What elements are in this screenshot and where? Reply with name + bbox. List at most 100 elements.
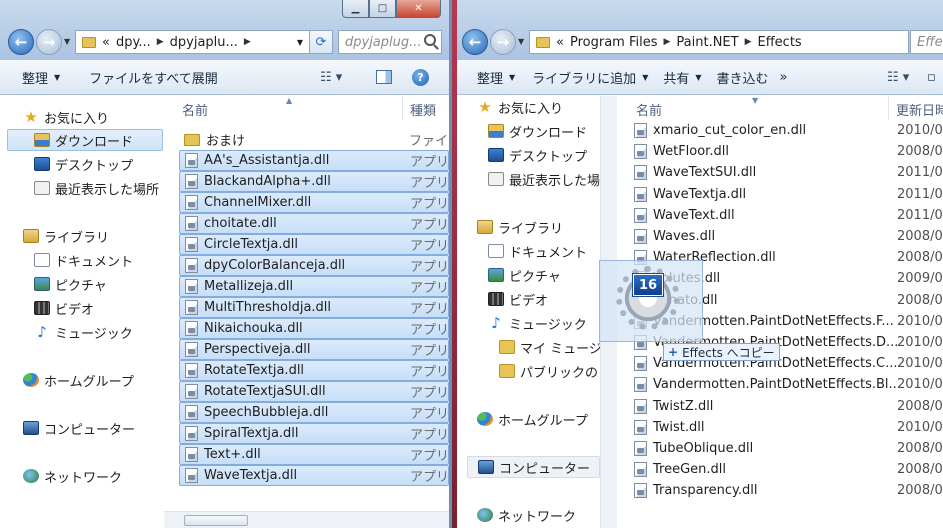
nav-public-music[interactable]: パブリックのミ — [499, 360, 600, 382]
nav-music[interactable]: ♪ ミュージック — [488, 312, 587, 334]
nav-videos[interactable]: ビデオ — [488, 288, 548, 310]
file-row[interactable]: Transparency.dll 2008/08 — [634, 480, 943, 501]
recent-pages-dropdown-icon[interactable]: ▼ — [518, 37, 524, 46]
column-type[interactable]: 種類 — [410, 100, 436, 119]
address-segment[interactable]: Paint.NET — [676, 35, 738, 50]
file-row[interactable]: WaveTextja.dll 2011/05 — [634, 184, 943, 205]
file-row[interactable]: RotateTextjaSUI.dll アプリ — [179, 381, 449, 402]
scrollbar-thumb[interactable] — [184, 515, 248, 526]
file-row[interactable]: WaveTextSUI.dll 2011/05 — [634, 162, 943, 183]
file-row[interactable]: Vandermotten.PaintDotNetEffects.Bl... 201… — [634, 374, 943, 395]
file-row[interactable]: ChannelMixer.dll アプリ — [179, 192, 449, 213]
organize-button[interactable]: 整理 ▼ — [457, 68, 526, 87]
address-segment[interactable]: dpyjaplu... — [170, 35, 238, 50]
organize-button[interactable]: 整理 ▼ — [0, 68, 71, 87]
address-overflow[interactable]: « — [102, 35, 110, 50]
address-overflow[interactable]: « — [556, 35, 564, 50]
address-segment[interactable]: dpy... — [116, 35, 151, 50]
view-options-icon[interactable]: ☷ ▾ — [887, 70, 909, 85]
nav-music[interactable]: ♪ ミュージック — [34, 321, 133, 343]
address-segment[interactable]: Effects — [758, 35, 802, 50]
address-bar[interactable]: « Program Files ▶ Paint.NET ▶ Effects — [529, 30, 909, 54]
file-row[interactable]: choitate.dll アプリ — [179, 213, 449, 234]
file-row[interactable]: Nikaichouka.dll アプリ — [179, 318, 449, 339]
file-row[interactable]: AA's_Assistantja.dll アプリ — [179, 150, 449, 171]
file-row[interactable]: TubeOblique.dll 2008/05 — [634, 438, 943, 459]
nav-desktop[interactable]: デスクトップ — [488, 144, 587, 166]
file-row[interactable]: Waves.dll 2008/04 — [634, 226, 943, 247]
chevron-down-icon[interactable]: ▼ — [297, 38, 303, 47]
file-row[interactable]: BlackandAlpha+.dll アプリ — [179, 171, 449, 192]
nav-recent[interactable]: 最近表示した場所 — [488, 168, 600, 190]
forward-button[interactable]: → — [36, 29, 62, 55]
view-options-icon[interactable]: ☷ ▾ — [320, 70, 342, 85]
extract-all-button[interactable]: ファイルをすべて展開 — [71, 68, 229, 87]
help-icon[interactable]: ? — [412, 69, 429, 86]
file-row[interactable]: dpyColorBalanceja.dll アプリ — [179, 255, 449, 276]
nav-libraries[interactable]: ライブラリ — [23, 225, 109, 247]
file-row[interactable]: CircleTextja.dll アプリ — [179, 234, 449, 255]
chevron-right-icon[interactable]: ▶ — [663, 37, 670, 47]
column-divider[interactable] — [888, 96, 889, 120]
nav-favorites[interactable]: ★ お気に入り — [477, 96, 563, 118]
nav-favorites[interactable]: ★ お気に入り — [23, 106, 109, 128]
preview-pane-icon[interactable]: ▫ — [927, 70, 936, 85]
maximize-button[interactable]: □ — [369, 0, 396, 18]
file-row[interactable]: Text+.dll アプリ — [179, 444, 449, 465]
nav-pictures[interactable]: ピクチャ — [488, 264, 561, 286]
nav-recent[interactable]: 最近表示した場所 — [34, 177, 159, 199]
chevron-right-icon[interactable]: ▶ — [745, 37, 752, 47]
column-name[interactable]: 名前 — [182, 100, 208, 119]
nav-homegroup[interactable]: ホームグループ — [23, 369, 134, 391]
nav-homegroup[interactable]: ホームグループ — [477, 408, 588, 430]
address-bar[interactable]: « dpy... ▶ dpyjaplu... ▶ ▼ — [75, 30, 310, 54]
folder-row[interactable]: おまけ ファイ — [179, 129, 449, 150]
share-button[interactable]: 共有 ▼ — [659, 68, 712, 87]
chevron-right-icon[interactable]: ▶ — [157, 37, 164, 47]
file-row[interactable]: WetFloor.dll 2008/04 — [634, 141, 943, 162]
horizontal-scrollbar[interactable] — [164, 511, 449, 528]
burn-button[interactable]: 書き込む — [713, 68, 780, 87]
file-row[interactable]: SpeechBubbleja.dll アプリ — [179, 402, 449, 423]
nav-downloads[interactable]: ダウンロード — [488, 120, 587, 142]
column-divider[interactable] — [402, 96, 403, 120]
nav-documents[interactable]: ドキュメント — [488, 240, 587, 262]
nav-pictures[interactable]: ピクチャ — [34, 273, 107, 295]
add-to-library-button[interactable]: ライブラリに追加 ▼ — [526, 68, 659, 87]
column-name[interactable]: 名前 — [636, 100, 662, 119]
file-row[interactable]: WaveText.dll 2011/05 — [634, 205, 943, 226]
file-row[interactable]: RotateTextja.dll アプリ — [179, 360, 449, 381]
more-commands-button[interactable]: » — [780, 70, 799, 85]
file-row[interactable]: TreeGen.dll 2008/03 — [634, 459, 943, 480]
nav-libraries[interactable]: ライブラリ — [477, 216, 563, 238]
search-input[interactable]: Effec — [910, 30, 943, 54]
chevron-right-icon[interactable]: ▶ — [244, 37, 251, 47]
file-row[interactable]: Twist.dll 2010/03 — [634, 417, 943, 438]
nav-documents[interactable]: ドキュメント — [34, 249, 133, 271]
recent-pages-dropdown-icon[interactable]: ▼ — [64, 37, 70, 46]
nav-videos[interactable]: ビデオ — [34, 297, 94, 319]
file-row[interactable]: Perspectiveja.dll アプリ — [179, 339, 449, 360]
minimize-button[interactable]: ▁ — [342, 0, 369, 18]
file-row[interactable]: MultiThresholdja.dll アプリ — [179, 297, 449, 318]
file-row[interactable]: Metallizeja.dll アプリ — [179, 276, 449, 297]
back-button[interactable]: ← — [462, 29, 488, 55]
close-button[interactable]: ✕ — [396, 0, 441, 18]
nav-my-music[interactable]: マイ ミュージ — [499, 336, 600, 358]
nav-downloads[interactable]: ダウンロード — [7, 129, 163, 151]
preview-pane-icon[interactable] — [376, 70, 392, 84]
file-row[interactable]: SpiralTextja.dll アプリ — [179, 423, 449, 444]
nav-desktop[interactable]: デスクトップ — [34, 153, 133, 175]
refresh-button[interactable]: ⟳ — [309, 30, 333, 54]
nav-computer[interactable]: コンピューター — [467, 456, 600, 478]
forward-button[interactable]: → — [490, 29, 516, 55]
address-segment[interactable]: Program Files — [570, 35, 658, 50]
file-row[interactable]: WaveTextja.dll アプリ — [179, 465, 449, 486]
file-row[interactable]: TwistZ.dll 2008/04 — [634, 396, 943, 417]
nav-network[interactable]: ネットワーク — [477, 504, 576, 526]
nav-computer[interactable]: コンピューター — [23, 417, 135, 439]
column-date[interactable]: 更新日時 — [896, 100, 943, 119]
nav-network[interactable]: ネットワーク — [23, 465, 122, 487]
back-button[interactable]: ← — [8, 29, 34, 55]
file-row[interactable]: xmario_cut_color_en.dll 2010/06 — [634, 120, 943, 141]
